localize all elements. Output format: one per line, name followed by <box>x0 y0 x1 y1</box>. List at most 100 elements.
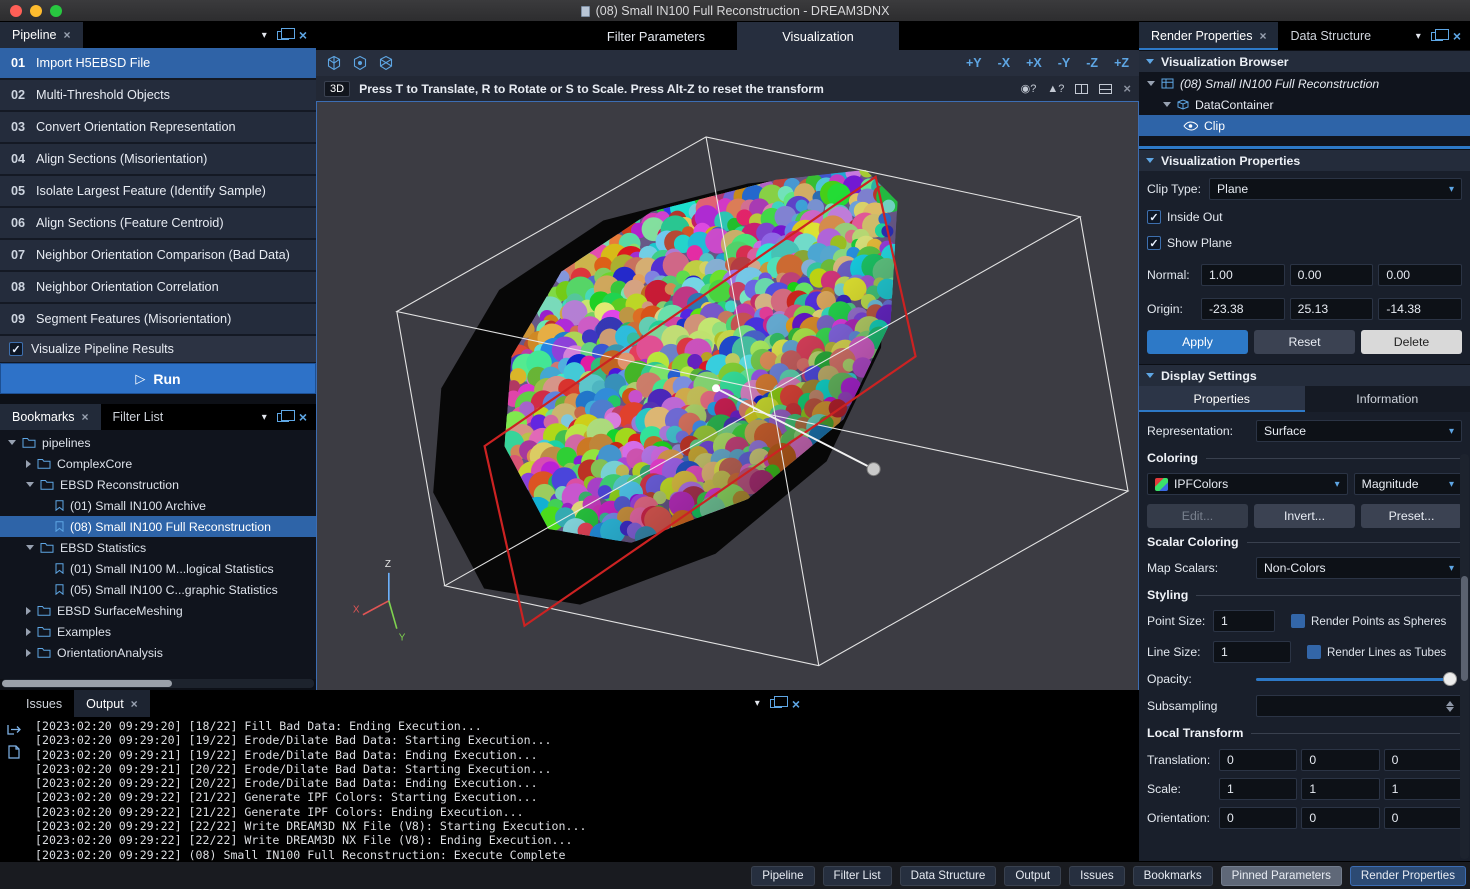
export-log-icon[interactable] <box>7 723 22 736</box>
map-scalars-dropdown[interactable]: Non-Colors ▾ <box>1256 557 1462 579</box>
orientation-input[interactable]: 0 <box>1301 807 1379 829</box>
tab-data-structure[interactable]: Data Structure <box>1278 22 1383 50</box>
browser-item-pipeline[interactable]: (08) Small IN100 Full Reconstruction <box>1139 73 1470 94</box>
pipeline-item[interactable]: 03Convert Orientation Representation <box>0 112 316 144</box>
translation-input[interactable]: 0 <box>1301 749 1379 771</box>
tab-issues[interactable]: Issues <box>14 690 74 717</box>
tab-render-properties[interactable]: Render Properties × <box>1139 22 1278 50</box>
tree-item[interactable]: EBSD Reconstruction <box>0 474 316 495</box>
normal-input[interactable]: 1.00 <box>1201 264 1285 286</box>
tab-filter-parameters[interactable]: Filter Parameters <box>575 22 737 50</box>
close-tab-icon[interactable]: × <box>1259 29 1266 43</box>
chevron-down-icon[interactable]: ▾ <box>1416 31 1421 42</box>
scrollbar-handle[interactable] <box>2 680 172 687</box>
render-points-spheres-checkbox[interactable] <box>1291 614 1305 628</box>
collapse-section-icon[interactable] <box>1146 373 1154 378</box>
visualization-browser-header[interactable]: Visualization Browser <box>1139 50 1470 72</box>
tree-item[interactable]: (05) Small IN100 C...graphic Statistics <box>0 579 316 600</box>
tab-information[interactable]: Information <box>1305 386 1470 412</box>
scrollbar-handle[interactable] <box>1461 576 1468 681</box>
chevron-icon[interactable] <box>1163 102 1171 107</box>
visibility-eye-icon[interactable] <box>1183 121 1198 131</box>
normal-input[interactable]: 0.00 <box>1378 264 1462 286</box>
scale-input[interactable]: 1 <box>1384 778 1462 800</box>
delete-button[interactable]: Delete <box>1361 330 1462 354</box>
scale-input[interactable]: 1 <box>1219 778 1297 800</box>
close-panel-icon[interactable]: × <box>299 27 307 43</box>
scale-input[interactable]: 1 <box>1301 778 1379 800</box>
collapse-section-icon[interactable] <box>1146 158 1154 163</box>
axis-button-minus-X[interactable]: -X <box>998 56 1011 70</box>
tab-properties[interactable]: Properties <box>1139 386 1305 412</box>
dock-button-bookmarks[interactable]: Bookmarks <box>1133 866 1213 886</box>
split-vertical-icon[interactable] <box>1075 84 1088 94</box>
inside-out-checkbox[interactable] <box>1147 210 1161 224</box>
dock-button-pipeline[interactable]: Pipeline <box>751 866 814 886</box>
spin-up-icon[interactable] <box>1446 701 1454 706</box>
dock-button-pinned-parameters[interactable]: Pinned Parameters <box>1221 866 1342 886</box>
line-size-input[interactable]: 1 <box>1213 641 1291 663</box>
tree-item[interactable]: Examples <box>0 621 316 642</box>
orientation-input[interactable]: 0 <box>1384 807 1462 829</box>
axis-button-plusminus-X[interactable]: +X <box>1026 56 1042 70</box>
close-panel-icon[interactable]: × <box>299 409 307 425</box>
snap-view-cube-icon[interactable] <box>352 55 368 71</box>
tab-filter-list[interactable]: Filter List <box>101 404 176 430</box>
edit-colormap-button[interactable]: Edit... <box>1147 504 1248 528</box>
chevron-icon[interactable] <box>26 649 31 657</box>
translation-input[interactable]: 0 <box>1219 749 1297 771</box>
pipeline-item[interactable]: 05Isolate Largest Feature (Identify Samp… <box>0 176 316 208</box>
dock-panels-icon[interactable] <box>277 413 289 422</box>
pipeline-item[interactable]: 08Neighbor Orientation Correlation <box>0 272 316 304</box>
chevron-down-icon[interactable]: ▾ <box>755 698 760 709</box>
tree-item[interactable]: (08) Small IN100 Full Reconstruction <box>0 516 316 537</box>
pipeline-item[interactable]: 04Align Sections (Misorientation) <box>0 144 316 176</box>
render-lines-tubes-checkbox[interactable] <box>1307 645 1321 659</box>
dock-button-filter-list[interactable]: Filter List <box>823 866 892 886</box>
subsampling-spinbox[interactable] <box>1256 695 1462 717</box>
tree-item[interactable]: pipelines <box>0 432 316 453</box>
tree-item[interactable]: (01) Small IN100 Archive <box>0 495 316 516</box>
reset-camera-cube-icon[interactable] <box>326 55 342 71</box>
tree-item[interactable]: (01) Small IN100 M...logical Statistics <box>0 558 316 579</box>
browser-item-clip[interactable]: Clip <box>1139 115 1470 136</box>
camera-help-icon[interactable]: ▲? <box>1047 83 1064 95</box>
invert-colormap-button[interactable]: Invert... <box>1254 504 1355 528</box>
opacity-slider[interactable] <box>1256 678 1454 681</box>
collapse-section-icon[interactable] <box>1146 59 1154 64</box>
origin-input[interactable]: -23.38 <box>1201 298 1285 320</box>
visualization-properties-header[interactable]: Visualization Properties <box>1139 149 1470 171</box>
tab-bookmarks[interactable]: Bookmarks × <box>0 404 101 430</box>
chevron-icon[interactable] <box>26 545 34 550</box>
visualize-results-checkbox[interactable] <box>9 342 23 356</box>
axes-cube-icon[interactable] <box>378 55 394 71</box>
axis-button-minus-Y[interactable]: -Y <box>1058 56 1071 70</box>
component-dropdown[interactable]: Magnitude ▾ <box>1354 473 1462 495</box>
horizontal-scrollbar[interactable] <box>2 679 314 688</box>
slider-handle[interactable] <box>1443 672 1457 686</box>
axis-button-plusminus-Z[interactable]: +Z <box>1114 56 1129 70</box>
pipeline-item[interactable]: 09Segment Features (Misorientation) <box>0 304 316 336</box>
chevron-icon[interactable] <box>26 607 31 615</box>
close-panel-icon[interactable]: × <box>792 696 800 712</box>
close-panel-icon[interactable]: × <box>1453 28 1461 44</box>
split-horizontal-icon[interactable] <box>1099 84 1112 94</box>
render-viewport[interactable]: Z X Y <box>316 101 1139 690</box>
run-pipeline-button[interactable]: ▷ Run <box>0 363 316 394</box>
dock-button-issues[interactable]: Issues <box>1069 866 1125 886</box>
axis-button-minus-Z[interactable]: -Z <box>1086 56 1098 70</box>
spin-down-icon[interactable] <box>1446 707 1454 712</box>
close-view-icon[interactable]: × <box>1123 81 1131 96</box>
browser-item-datacontainer[interactable]: DataContainer <box>1139 94 1470 115</box>
tab-pipeline[interactable]: Pipeline × <box>0 22 83 48</box>
chevron-icon[interactable] <box>26 482 34 487</box>
vertical-scrollbar[interactable] <box>1460 454 1469 859</box>
close-tab-icon[interactable]: × <box>63 28 70 42</box>
representation-dropdown[interactable]: Surface ▾ <box>1256 420 1462 442</box>
dock-button-output[interactable]: Output <box>1004 866 1061 886</box>
clip-type-dropdown[interactable]: Plane ▾ <box>1209 178 1462 200</box>
pipeline-item[interactable]: 07Neighbor Orientation Comparison (Bad D… <box>0 240 316 272</box>
dock-panels-icon[interactable] <box>1431 32 1443 41</box>
tab-output[interactable]: Output × <box>74 690 150 717</box>
chevron-icon[interactable] <box>26 628 31 636</box>
